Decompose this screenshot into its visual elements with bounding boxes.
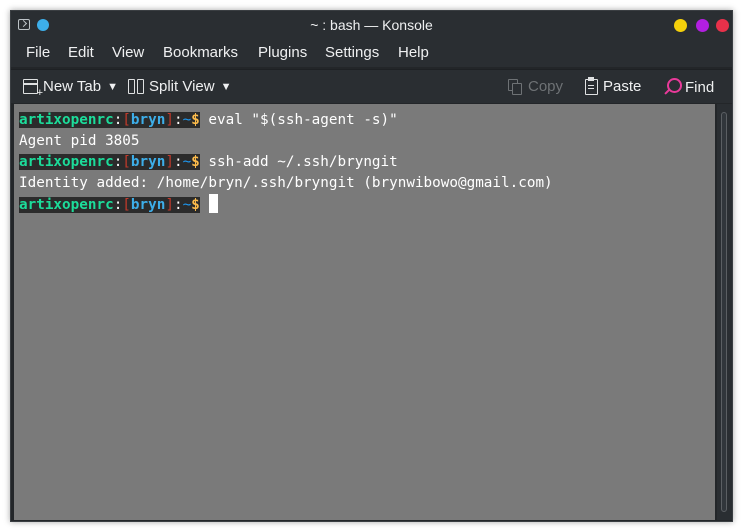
- command-text: [200, 197, 209, 213]
- prompt-colon: :: [113, 154, 123, 170]
- prompt-bracket: ]: [165, 112, 174, 128]
- scrollbar-track[interactable]: [721, 112, 727, 512]
- prompt-host: artixopenrc: [19, 112, 114, 128]
- find-label: Find: [685, 78, 715, 96]
- prompt-dollar: $: [191, 197, 200, 213]
- prompt-colon: :: [113, 197, 123, 213]
- copy-icon: [508, 78, 523, 95]
- command-text: ssh-add ~/.ssh/bryngit: [199, 154, 398, 170]
- prompt-colon: :: [173, 154, 183, 170]
- prompt-host: artixopenrc: [19, 154, 114, 170]
- prompt-bracket: [: [122, 197, 131, 213]
- terminal-line: artixopenrc:[bryn]:~$ ssh-add ~/.ssh/bry…: [19, 152, 715, 173]
- window-title: ~ : bash — Konsole: [310, 17, 433, 33]
- split-view-icon: [128, 79, 144, 94]
- paste-button[interactable]: Paste: [585, 76, 642, 95]
- prompt-host: artixopenrc: [19, 197, 114, 213]
- text-cursor: [209, 194, 219, 213]
- prompt-colon: :: [173, 112, 183, 128]
- terminal-output: Agent pid 3805: [19, 133, 140, 149]
- prompt-path: ~: [182, 197, 192, 213]
- terminal-line: artixopenrc:[bryn]:~$ eval "$(ssh-agent …: [19, 110, 715, 131]
- main-toolbar: New Tab ▼ Split View ▼ Copy Paste Find: [11, 69, 732, 103]
- menu-file[interactable]: File: [26, 44, 50, 61]
- prompt-bracket: ]: [165, 197, 174, 213]
- chevron-down-icon[interactable]: ▼: [221, 81, 232, 93]
- close-button[interactable]: [716, 19, 729, 32]
- menu-plugins[interactable]: Plugins: [258, 44, 307, 61]
- terminal-line: artixopenrc:[bryn]:~$: [19, 194, 715, 215]
- split-view-button[interactable]: Split View ▼: [128, 78, 231, 95]
- paste-label: Paste: [603, 78, 642, 95]
- new-tab-button[interactable]: New Tab ▼: [23, 78, 118, 99]
- title-bar[interactable]: ~ : bash — Konsole: [11, 11, 732, 39]
- terminal-output: Identity added: /home/bryn/.ssh/bryngit …: [19, 175, 553, 191]
- shell-prompt: artixopenrc:[bryn]:~$: [19, 112, 200, 128]
- menu-view[interactable]: View: [112, 44, 144, 61]
- konsole-window: ~ : bash — Konsole File Edit View Bookma…: [10, 10, 733, 522]
- prompt-path: ~: [182, 154, 192, 170]
- find-icon: [662, 78, 682, 96]
- new-tab-label: New Tab: [43, 78, 102, 95]
- paste-icon: [585, 76, 598, 95]
- prompt-user: bryn: [130, 197, 166, 213]
- prompt-dollar: $: [191, 154, 200, 170]
- menu-edit[interactable]: Edit: [68, 44, 94, 61]
- find-button[interactable]: Find: [662, 78, 714, 96]
- menu-bookmarks[interactable]: Bookmarks: [163, 44, 238, 61]
- prompt-bracket: ]: [165, 154, 174, 170]
- prompt-colon: :: [113, 112, 123, 128]
- new-tab-icon: [23, 79, 43, 99]
- menu-settings[interactable]: Settings: [325, 44, 379, 61]
- chevron-down-icon[interactable]: ▼: [107, 81, 118, 93]
- prompt-bracket: [: [122, 154, 131, 170]
- maximize-button[interactable]: [696, 19, 709, 32]
- prompt-colon: :: [173, 197, 183, 213]
- command-text: eval "$(ssh-agent -s)": [199, 112, 398, 128]
- prompt-user: bryn: [130, 112, 166, 128]
- shell-prompt: artixopenrc:[bryn]:~$: [19, 154, 200, 170]
- terminal-scrollbar[interactable]: [717, 104, 732, 520]
- copy-label: Copy: [528, 78, 564, 95]
- menu-bar: File Edit View Bookmarks Plugins Setting…: [11, 39, 732, 67]
- shell-prompt: artixopenrc:[bryn]:~$: [19, 197, 200, 213]
- copy-button[interactable]: Copy: [508, 78, 563, 95]
- prompt-user: bryn: [130, 154, 166, 170]
- prompt-bracket: [: [122, 112, 131, 128]
- minimize-button[interactable]: [674, 19, 687, 32]
- prompt-path: ~: [182, 112, 192, 128]
- terminal-view[interactable]: artixopenrc:[bryn]:~$ eval "$(ssh-agent …: [14, 104, 715, 520]
- prompt-dollar: $: [191, 112, 200, 128]
- split-view-label: Split View: [149, 78, 215, 95]
- menu-help[interactable]: Help: [398, 44, 429, 61]
